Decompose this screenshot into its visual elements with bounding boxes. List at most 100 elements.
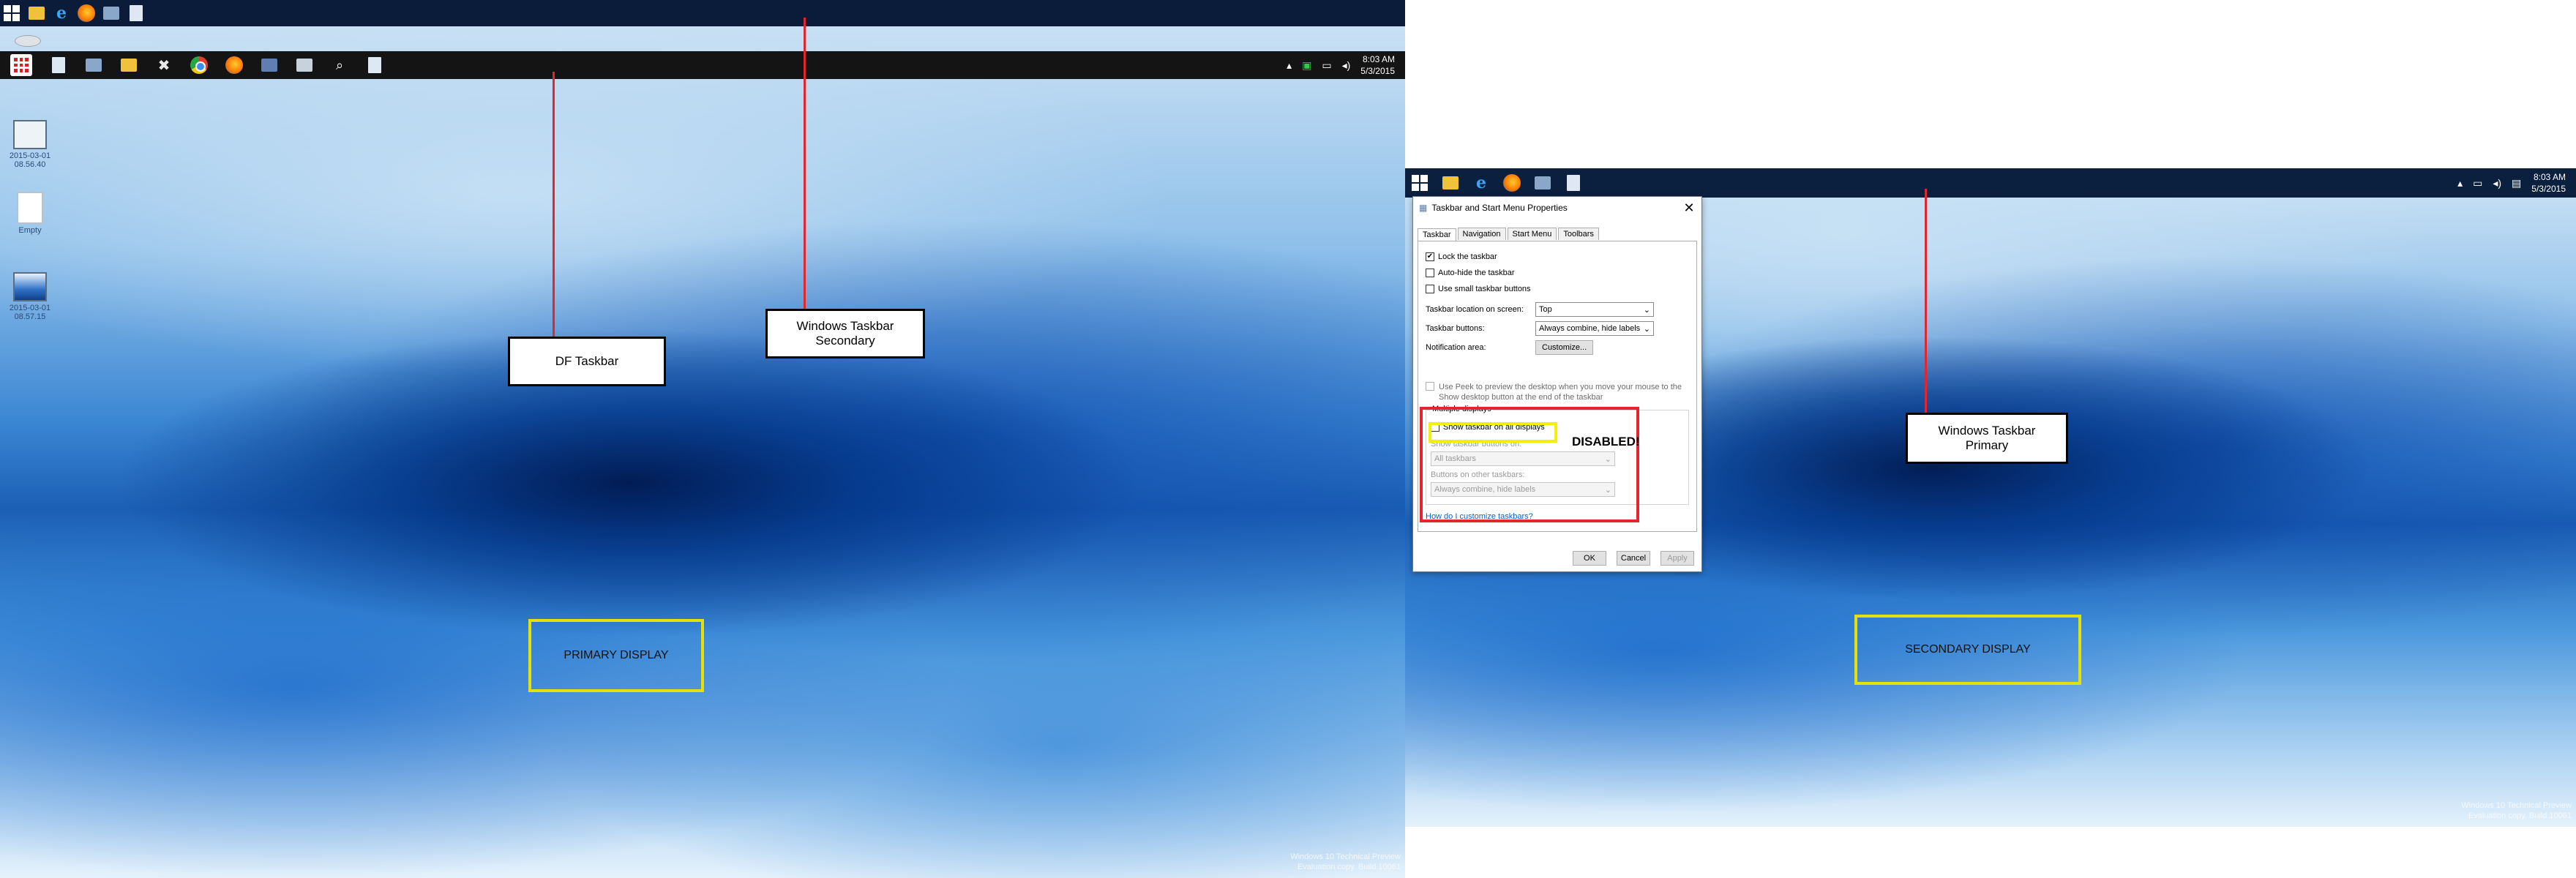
firefox-icon[interactable] [225, 56, 243, 74]
windows-watermark: Windows 10 Technical Preview Evaluation … [1290, 852, 1401, 871]
folder-icon[interactable] [120, 56, 138, 74]
display-label-text: SECONDARY DISPLAY [1905, 643, 2031, 656]
peek-option: Use Peek to preview the desktop when you… [1426, 382, 1689, 402]
network-icon[interactable]: ▭ [2473, 177, 2482, 190]
buttons-select[interactable]: Always combine, hide labels ⌄ [1535, 321, 1654, 336]
system-tray: ▴ ▭ ◂) ▤ 8:03 AM 5/3/2015 [2457, 168, 2566, 198]
volume-icon[interactable]: ◂) [2493, 177, 2501, 190]
search-icon[interactable]: ⌕ [331, 56, 348, 74]
desktop-icon-label: 2015-03-01 08.57.15 [9, 304, 51, 321]
buttons-label: Taskbar buttons: [1426, 324, 1485, 333]
desktop-icon[interactable]: Empty [4, 192, 56, 235]
windows-watermark: Windows 10 Technical Preview Evaluation … [2461, 801, 2572, 820]
firefox-icon[interactable] [1503, 174, 1521, 192]
location-select[interactable]: Top ⌄ [1535, 302, 1654, 317]
windows-taskbar-primary-callout: Windows Taskbar Primary [1906, 413, 2068, 464]
peek-text: Use Peek to preview the desktop when you… [1439, 383, 1682, 402]
location-label: Taskbar location on screen: [1426, 305, 1524, 314]
windows-taskbar-primary: e ▴ ▭ ◂) ▤ 8:03 AM 5/3/2015 [1405, 168, 2576, 198]
document-icon[interactable] [127, 4, 145, 22]
close-icon[interactable]: ✕ [1681, 200, 1697, 216]
firefox-icon[interactable] [78, 4, 95, 22]
small-buttons-option[interactable]: Use small taskbar buttons [1426, 281, 1689, 297]
clock[interactable]: 8:03 AM 5/3/2015 [1360, 53, 1395, 77]
auto-hide-option[interactable]: Auto-hide the taskbar [1426, 265, 1689, 281]
network-icon[interactable]: ▭ [1322, 59, 1331, 72]
auto-hide-checkbox[interactable] [1426, 269, 1434, 277]
peek-checkbox [1426, 382, 1434, 391]
file-explorer-icon[interactable] [28, 4, 45, 22]
document-icon[interactable] [366, 56, 383, 74]
apply-button: Apply [1660, 551, 1694, 566]
small-buttons-checkbox[interactable] [1426, 285, 1434, 293]
dialog-titlebar[interactable]: ▦ Taskbar and Start Menu Properties [1413, 197, 1701, 219]
app-icon[interactable] [1534, 174, 1551, 192]
buttons-value: Always combine, hide labels [1539, 324, 1641, 333]
annotation-line [804, 18, 806, 310]
tab-toolbars[interactable]: Toolbars [1558, 228, 1599, 240]
df-taskbar: ✖ ⌕ ▴ ▣ ▭ ◂) 8:03 AM 5/3/2015 [0, 51, 1405, 79]
tools-icon[interactable]: ✖ [155, 56, 173, 74]
internet-explorer-icon[interactable]: e [1472, 173, 1490, 192]
windows-start-icon[interactable] [3, 4, 20, 22]
document-icon[interactable] [1565, 174, 1582, 192]
ok-button[interactable]: OK [1573, 551, 1606, 566]
notification-label: Notification area: [1426, 343, 1486, 352]
show-all-displays-highlight [1429, 422, 1557, 443]
screenshot-file-icon [13, 120, 47, 149]
dialog-footer: OK Cancel Apply [1573, 551, 1694, 566]
desktop-icon[interactable]: 2015-03-01 08.57.15 [4, 272, 56, 321]
chevron-up-icon[interactable]: ▴ [2457, 177, 2463, 190]
tab-taskbar[interactable]: Taskbar [1418, 228, 1456, 241]
volume-icon[interactable]: ◂) [1342, 59, 1351, 72]
notepad-icon[interactable] [50, 56, 67, 74]
buttons-row: Taskbar buttons: Always combine, hide la… [1426, 319, 1689, 338]
network-app-icon[interactable] [261, 56, 278, 74]
notification-icon[interactable]: ▤ [2512, 177, 2521, 190]
taskbar-settings-icon: ▦ [1419, 203, 1428, 213]
system-tray: ▴ ▣ ▭ ◂) 8:03 AM 5/3/2015 [1287, 51, 1395, 79]
desktop-wallpaper [0, 0, 1405, 878]
display-label-text: PRIMARY DISPLAY [564, 649, 669, 661]
internet-explorer-icon[interactable]: e [53, 4, 70, 23]
drive-icon[interactable] [15, 35, 41, 47]
desktop-icon[interactable]: 2015-03-01 08.56.40 [4, 120, 56, 169]
checkbox-label: Auto-hide the taskbar [1438, 269, 1515, 277]
chevron-down-icon: ⌄ [1643, 324, 1650, 334]
blank-file-icon [17, 192, 43, 224]
windows-start-icon[interactable] [1411, 174, 1429, 192]
network-status-icon[interactable]: ▣ [1302, 59, 1311, 72]
printer-icon[interactable] [296, 56, 313, 74]
customize-button[interactable]: Customize... [1535, 340, 1594, 355]
printer-icon[interactable] [85, 56, 102, 74]
desktop-icon-label: Empty [18, 226, 42, 235]
clock-time: 8:03 AM [2533, 172, 2566, 182]
dialog-tabs: Taskbar Navigation Start Menu Toolbars [1413, 228, 1701, 241]
clock[interactable]: 8:03 AM 5/3/2015 [2531, 171, 2566, 195]
tab-navigation[interactable]: Navigation [1457, 228, 1506, 240]
chevron-down-icon: ⌄ [1643, 305, 1650, 315]
df-start-icon[interactable] [10, 54, 32, 76]
annotation-line [1925, 189, 1927, 413]
location-row: Taskbar location on screen: Top ⌄ [1426, 300, 1689, 319]
cancel-button[interactable]: Cancel [1617, 551, 1650, 566]
lock-taskbar-checkbox[interactable]: ✔ [1426, 252, 1434, 261]
checkbox-label: Use small taskbar buttons [1438, 285, 1531, 293]
chrome-icon[interactable] [190, 56, 208, 74]
app-icon[interactable] [102, 4, 120, 22]
lock-taskbar-option[interactable]: ✔ Lock the taskbar [1426, 249, 1689, 265]
disabled-annotation: DISABLED! [1572, 435, 1640, 449]
clock-time: 8:03 AM [1362, 54, 1395, 64]
chevron-up-icon[interactable]: ▴ [1287, 59, 1292, 72]
clock-date: 5/3/2015 [2531, 184, 2566, 194]
file-explorer-icon[interactable] [1442, 174, 1459, 192]
windows-taskbar-secondary: e [0, 0, 1405, 26]
image-file-icon [13, 272, 47, 301]
notification-row: Notification area: Customize... [1426, 338, 1689, 357]
primary-display: e ✖ ⌕ ▴ ▣ ▭ ◂) 8:03 AM 5/3/2015 2015-03-… [0, 0, 1405, 878]
df-taskbar-callout: DF Taskbar [508, 337, 666, 386]
tab-start-menu[interactable]: Start Menu [1507, 228, 1557, 240]
annotation-line [553, 72, 555, 337]
callout-text: Windows Taskbar Secondary [796, 319, 894, 348]
location-value: Top [1539, 305, 1552, 314]
